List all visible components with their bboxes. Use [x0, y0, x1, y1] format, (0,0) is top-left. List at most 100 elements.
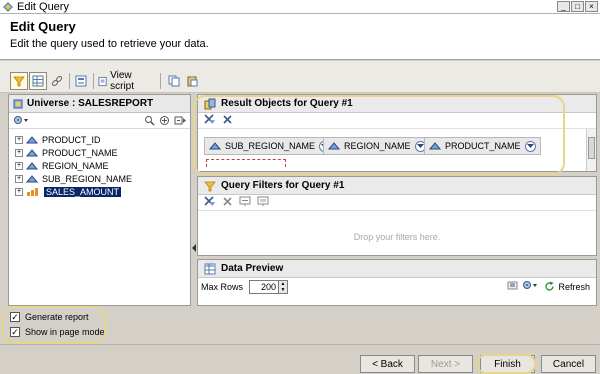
properties-icon [75, 75, 87, 87]
result-objects-scrollbar[interactable] [586, 129, 596, 171]
expand-all-icon[interactable] [159, 115, 170, 129]
dimension-icon [429, 142, 441, 150]
result-object-chip[interactable]: SUB_REGION_NAME [204, 137, 336, 155]
universe-tools [9, 113, 190, 129]
tree-item-product-name[interactable]: + PRODUCT_NAME [9, 146, 190, 159]
universe-title: Universe : SALESREPORT [27, 98, 154, 109]
copy-button[interactable] [166, 72, 182, 90]
window-titlebar: Edit Query _ □ × [0, 0, 600, 14]
link-icon [51, 75, 63, 87]
copy-icon [168, 75, 180, 87]
result-object-chip[interactable]: REGION_NAME [323, 137, 431, 155]
finish-button[interactable]: Finish [480, 355, 535, 373]
query-toolbar: View script [0, 61, 600, 93]
query-filters-tools [198, 195, 596, 211]
universe-icon [13, 99, 23, 108]
refresh-button[interactable]: Refresh [544, 281, 590, 292]
generate-report-option[interactable]: ✓ Generate report [10, 312, 89, 322]
view-script-label: View script [110, 70, 135, 92]
query-filters-title: Query Filters for Query #1 [221, 180, 345, 191]
generate-report-checkbox[interactable]: ✓ [10, 312, 20, 322]
funnel-icon [204, 181, 216, 191]
query-filters-title-bar: Query Filters for Query #1 [198, 177, 596, 195]
show-in-page-mode-checkbox[interactable]: ✓ [10, 327, 20, 337]
data-preview-title: Data Preview [221, 263, 284, 274]
cancel-button[interactable]: Cancel [541, 355, 596, 373]
window-title: Edit Query [17, 0, 69, 13]
add-filter-icon[interactable] [239, 196, 251, 210]
view-script-button[interactable]: View script [98, 70, 154, 92]
remove-selected-icon[interactable] [204, 113, 216, 128]
result-objects-title: Result Objects for Query #1 [221, 98, 353, 109]
universe-panel: Universe : SALESREPORT + PRODUCT_ID + PR… [8, 94, 191, 306]
query-properties-button[interactable] [73, 72, 89, 90]
expand-icon[interactable]: + [15, 187, 23, 196]
universe-tree: + PRODUCT_ID + PRODUCT_NAME + REGION_NAM… [9, 129, 190, 198]
next-button[interactable]: Next > [418, 355, 473, 373]
maximize-button[interactable]: □ [571, 1, 584, 12]
expand-icon[interactable]: + [15, 148, 23, 157]
remove-all-icon[interactable] [222, 114, 233, 128]
expand-icon[interactable]: + [15, 174, 23, 183]
result-objects-panel: Result Objects for Query #1 SUB_REGION_N… [197, 94, 597, 172]
universe-options-icon[interactable] [13, 115, 31, 129]
result-objects-icon [204, 98, 216, 109]
tree-item-region-name[interactable]: + REGION_NAME [9, 159, 190, 172]
dimension-icon [26, 174, 38, 184]
universe-title-bar: Universe : SALESREPORT [9, 95, 190, 113]
options-area: ✓ Generate report ✓ Show in page mode [0, 306, 600, 344]
filter-panel-toggle[interactable] [10, 72, 28, 90]
grid-view-toggle[interactable] [29, 72, 47, 90]
measure-icon [26, 187, 40, 197]
expand-icon[interactable]: + [15, 135, 23, 144]
dimension-icon [26, 161, 38, 171]
tree-item-sub-region-name[interactable]: + SUB_REGION_NAME [9, 172, 190, 185]
funnel-icon [13, 76, 25, 87]
dimension-icon [328, 142, 340, 150]
chevron-down-icon[interactable] [524, 140, 536, 152]
refresh-controls: Refresh [507, 280, 590, 293]
dialog-description: Edit the query used to retrieve your dat… [10, 38, 209, 50]
preview-settings-icon[interactable] [522, 280, 540, 293]
tree-item-product-id[interactable]: + PRODUCT_ID [9, 133, 190, 146]
show-in-page-mode-option[interactable]: ✓ Show in page mode [10, 327, 105, 337]
dimension-icon [26, 148, 38, 158]
refresh-icon [545, 281, 555, 291]
document-icon [98, 76, 107, 86]
remove-all-filters-icon[interactable] [222, 196, 233, 210]
drag-placeholder [206, 159, 286, 167]
data-preview-title-bar: Data Preview [198, 260, 596, 278]
search-icon[interactable] [144, 115, 155, 129]
dimension-icon [26, 135, 38, 145]
dialog-header: Edit Query Edit the query used to retrie… [0, 14, 600, 60]
max-rows-input[interactable]: 200 [249, 280, 280, 294]
result-objects-list: SUB_REGION_NAME REGION_NAME PRODUCT_NAME [198, 129, 596, 171]
expand-icon[interactable]: + [15, 161, 23, 170]
max-rows-spinner[interactable]: ▲ ▼ [279, 280, 289, 294]
close-button[interactable]: × [585, 1, 598, 12]
filters-drop-zone[interactable]: Drop your filters here. [198, 232, 596, 242]
result-objects-tools [198, 113, 596, 129]
query-filters-panel: Query Filters for Query #1 Drop your fil… [197, 176, 597, 256]
grid-icon [32, 75, 44, 87]
result-objects-title-bar: Result Objects for Query #1 [198, 95, 596, 113]
dimension-icon [209, 142, 221, 150]
data-preview-panel: Data Preview Max Rows 200 ▲ ▼ Refresh [197, 259, 597, 306]
paste-button[interactable] [184, 72, 200, 90]
tree-item-sales-amount[interactable]: + SALES_AMOUNT [9, 185, 190, 198]
dialog-footer: < Back Next > Finish Cancel [0, 344, 600, 374]
dialog-title: Edit Query [10, 19, 76, 34]
add-subquery-icon[interactable] [257, 196, 269, 210]
minimize-button[interactable]: _ [557, 1, 570, 12]
app-icon [2, 1, 14, 13]
data-preview-controls: Max Rows 200 ▲ ▼ Refresh [198, 278, 596, 296]
preview-options-icon[interactable] [507, 280, 518, 293]
back-button[interactable]: < Back [360, 355, 415, 373]
paste-icon [187, 76, 198, 87]
max-rows-label: Max Rows [201, 282, 244, 292]
remove-selected-filter-icon[interactable] [204, 195, 216, 210]
link-button[interactable] [49, 72, 65, 90]
result-object-chip[interactable]: PRODUCT_NAME [424, 137, 541, 155]
collapse-all-icon[interactable] [174, 115, 186, 129]
table-icon [204, 263, 216, 274]
